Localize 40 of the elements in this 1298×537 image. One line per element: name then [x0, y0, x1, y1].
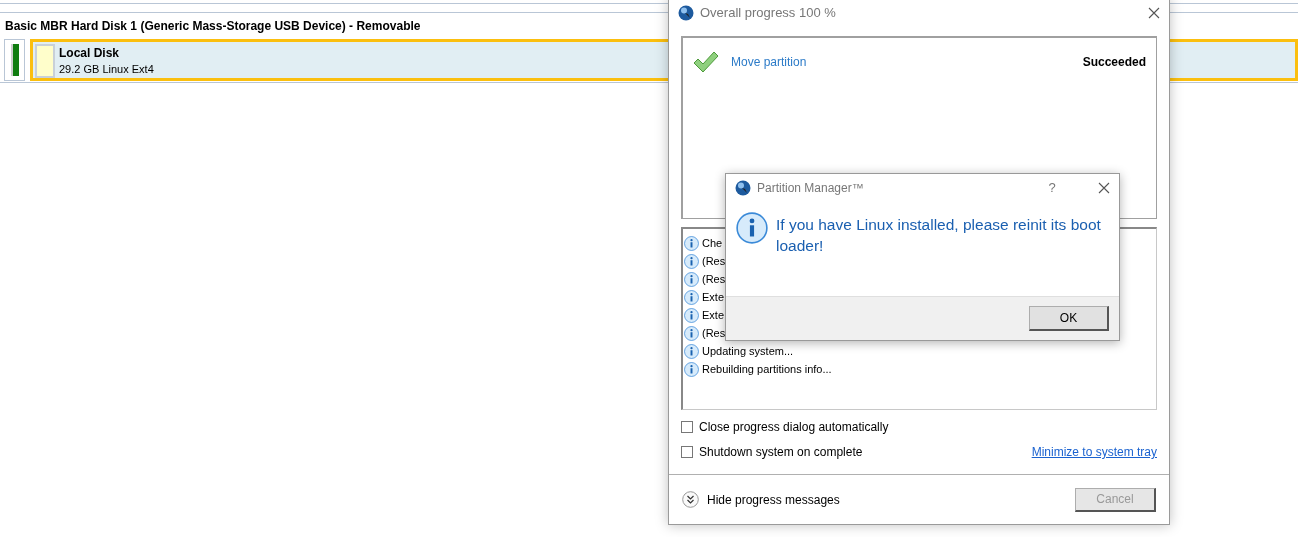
app-icon [735, 180, 751, 196]
collapse-icon[interactable] [682, 491, 699, 509]
checkbox-label: Close progress dialog automatically [699, 419, 890, 437]
ok-button[interactable]: OK [1029, 306, 1109, 331]
app-icon [678, 4, 694, 21]
log-message: Rebuilding partitions info... [702, 361, 832, 377]
info-icon [684, 361, 699, 377]
check-icon [693, 49, 719, 74]
log-message: (Res [702, 325, 726, 341]
info-icon [684, 235, 699, 251]
partition-name: Local Disk [59, 45, 121, 62]
log-message: Che [702, 235, 723, 251]
log-message: (Res [702, 253, 726, 269]
disk-title: Basic MBR Hard Disk 1 (Generic Mass-Storage USB Device) - Removable [5, 19, 421, 33]
minimize-link[interactable]: Minimize to system tray [1031, 443, 1157, 462]
log-message: Exte [702, 289, 724, 305]
log-message: (Res [702, 271, 726, 287]
checkbox[interactable] [681, 446, 693, 459]
info-icon [684, 307, 699, 323]
log-message: Exte [702, 307, 724, 323]
close-icon[interactable] [1148, 6, 1160, 19]
partition-fill-icon [35, 44, 55, 78]
partition-detail: 29.2 GB Linux Ext4 [59, 62, 154, 76]
info-icon [736, 212, 768, 244]
close-icon[interactable] [1098, 182, 1110, 194]
info-icon [684, 325, 699, 341]
toggle-label[interactable]: Hide progress messages [707, 490, 1067, 509]
dialog-title: Partition Manager™ [757, 180, 865, 197]
info-icon [684, 253, 699, 269]
checkbox-label: Shutdown system on complete [699, 444, 864, 462]
operation-name: Move partition [731, 53, 808, 71]
window-title: Overall progress 100 % [700, 4, 837, 23]
message-text: If you have Linux installed, please reinit its boot loader! [776, 215, 1102, 256]
info-icon [684, 271, 699, 287]
checkbox[interactable] [681, 421, 693, 434]
help-button[interactable]: ? [1042, 178, 1062, 198]
log-message: Updating system... [702, 343, 794, 359]
info-icon [684, 289, 699, 305]
operation-status: Succeeded [1082, 53, 1146, 71]
info-icon [684, 343, 699, 359]
